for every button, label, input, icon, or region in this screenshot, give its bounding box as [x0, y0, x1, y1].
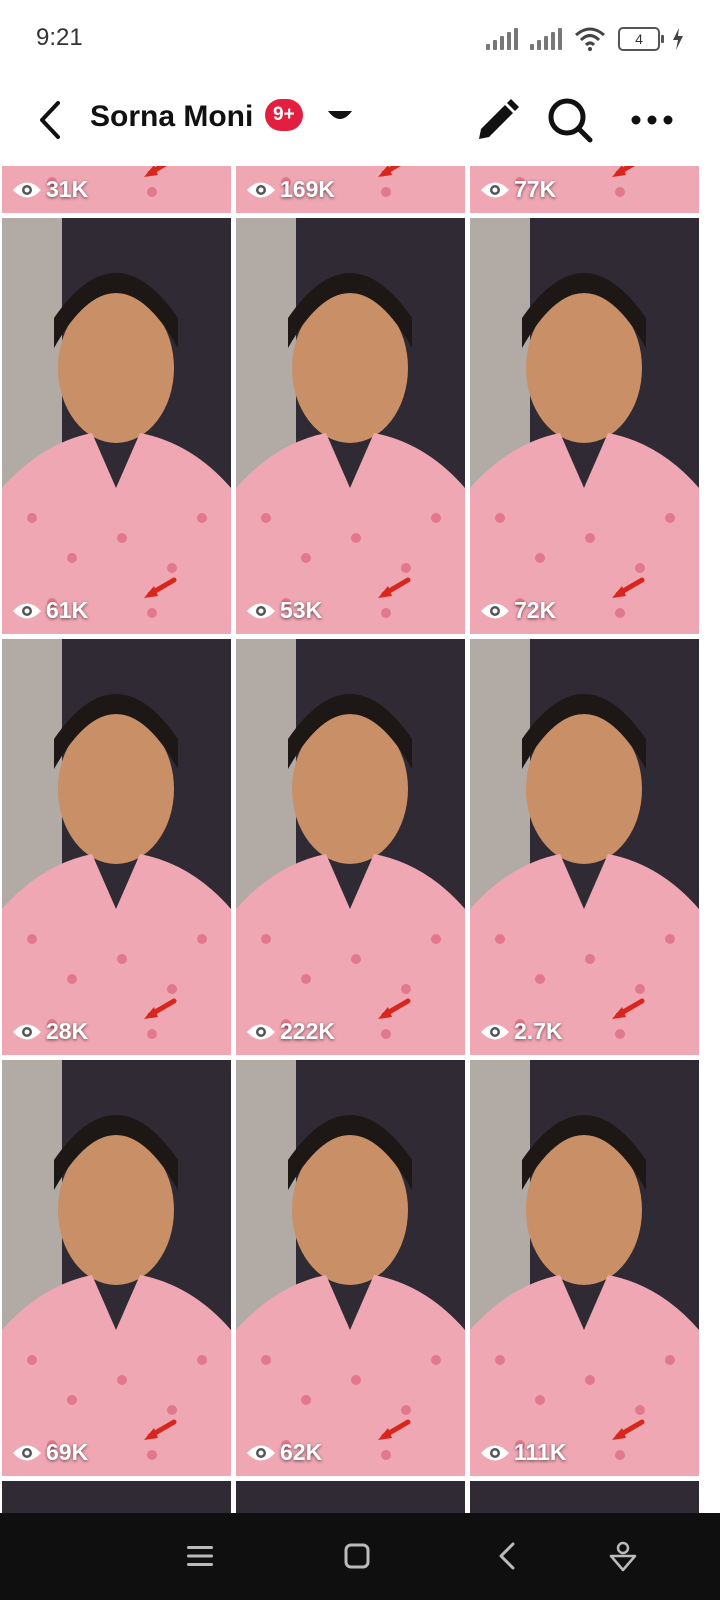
video-thumbnail[interactable]: 222K	[236, 639, 465, 1055]
eye-icon	[247, 1445, 275, 1460]
page-title[interactable]: Sorna Moni	[90, 100, 253, 134]
eye-icon	[13, 1445, 41, 1460]
view-count: 69K	[12, 1439, 88, 1466]
nav-back-button[interactable]	[482, 1533, 532, 1579]
back-arrow-icon	[40, 101, 60, 139]
signal-icon	[486, 28, 518, 50]
back-icon	[499, 1542, 515, 1570]
eye-icon	[247, 1024, 275, 1039]
thumbnail-image	[2, 1060, 231, 1476]
status-icons: 4	[486, 26, 684, 52]
thumbnail-image	[236, 639, 465, 1055]
back-button[interactable]	[22, 92, 78, 148]
view-count: 53K	[246, 597, 322, 624]
video-thumbnail[interactable]: 72K	[470, 218, 699, 634]
video-thumbnail[interactable]: 31K	[2, 166, 231, 213]
view-count-label: 31K	[46, 176, 89, 202]
charging-icon	[673, 28, 683, 50]
nav-home-button[interactable]	[332, 1533, 382, 1579]
assistant-icon	[609, 1541, 637, 1572]
edit-pencil-icon	[479, 99, 519, 139]
video-thumbnail[interactable]	[2, 1481, 231, 1513]
video-thumbnail[interactable]: 2.7K	[470, 639, 699, 1055]
thumbnail-image	[236, 1060, 465, 1476]
menu-icon	[187, 1546, 213, 1566]
dropdown-button[interactable]	[322, 100, 358, 136]
video-thumbnail[interactable]	[236, 1481, 465, 1513]
eye-icon	[481, 1445, 509, 1460]
view-count-label: 69K	[46, 1439, 89, 1465]
view-count: 61K	[12, 597, 88, 624]
view-count-label: 61K	[46, 597, 89, 623]
view-count-label: 222K	[280, 1018, 335, 1044]
view-count: 169K	[246, 176, 335, 203]
view-count: 62K	[246, 1439, 322, 1466]
more-options-icon	[631, 115, 673, 125]
video-thumbnail[interactable]: 61K	[2, 218, 231, 634]
status-time: 9:21	[36, 24, 83, 51]
video-grid: 31K 169K 77K 61K 53K 72K 28K 222K 2.7K 6…	[0, 166, 720, 1513]
video-thumbnail[interactable]: 69K	[2, 1060, 231, 1476]
thumbnail-image	[2, 218, 231, 634]
view-count-label: 72K	[514, 597, 557, 623]
wifi-icon	[575, 27, 605, 51]
eye-icon	[247, 182, 275, 197]
view-count-label: 77K	[514, 176, 557, 202]
view-count-label: 169K	[280, 176, 335, 202]
view-count: 222K	[246, 1018, 335, 1045]
thumbnail-image	[470, 1060, 699, 1476]
nav-menu-button[interactable]	[175, 1533, 225, 1579]
view-count: 31K	[12, 176, 88, 203]
video-thumbnail[interactable]: 62K	[236, 1060, 465, 1476]
view-count: 77K	[480, 176, 556, 203]
view-count: 111K	[480, 1439, 566, 1466]
dropdown-caret-icon	[328, 111, 352, 119]
signal-icon-2	[530, 28, 562, 50]
eye-icon	[13, 603, 41, 618]
thumbnail-image	[470, 639, 699, 1055]
eye-icon	[481, 182, 509, 197]
view-count: 2.7K	[480, 1018, 563, 1045]
thumbnail-image	[470, 218, 699, 634]
edit-button[interactable]	[466, 90, 526, 150]
search-icon	[548, 98, 593, 143]
video-thumbnail[interactable]: 28K	[2, 639, 231, 1055]
view-count-label: 111K	[514, 1439, 567, 1465]
battery-level: 4	[635, 31, 643, 47]
eye-icon	[13, 1024, 41, 1039]
video-thumbnail[interactable]: 77K	[470, 166, 699, 213]
home-square-icon	[344, 1543, 370, 1569]
view-count-label: 53K	[280, 597, 323, 623]
battery-icon: 4	[618, 27, 664, 51]
view-count: 28K	[12, 1018, 88, 1045]
eye-icon	[13, 182, 41, 197]
status-bar: 9:21 4	[0, 0, 720, 80]
thumbnail-image	[2, 639, 231, 1055]
eye-icon	[481, 603, 509, 618]
thumbnail-image	[236, 218, 465, 634]
view-count-label: 28K	[46, 1018, 89, 1044]
more-options-button[interactable]	[622, 90, 682, 150]
page-header: Sorna Moni 9+	[0, 80, 720, 166]
notification-badge: 9+	[265, 99, 303, 131]
nav-assistant-button[interactable]	[598, 1533, 648, 1579]
view-count-label: 2.7K	[514, 1018, 563, 1044]
view-count: 72K	[480, 597, 556, 624]
video-thumbnail[interactable]: 169K	[236, 166, 465, 213]
video-thumbnail[interactable]: 111K	[470, 1060, 699, 1476]
eye-icon	[247, 603, 275, 618]
view-count-label: 62K	[280, 1439, 323, 1465]
video-thumbnail[interactable]: 53K	[236, 218, 465, 634]
video-thumbnail[interactable]	[470, 1481, 699, 1513]
system-nav-bar	[0, 1513, 720, 1600]
search-button[interactable]	[540, 90, 600, 150]
eye-icon	[481, 1024, 509, 1039]
